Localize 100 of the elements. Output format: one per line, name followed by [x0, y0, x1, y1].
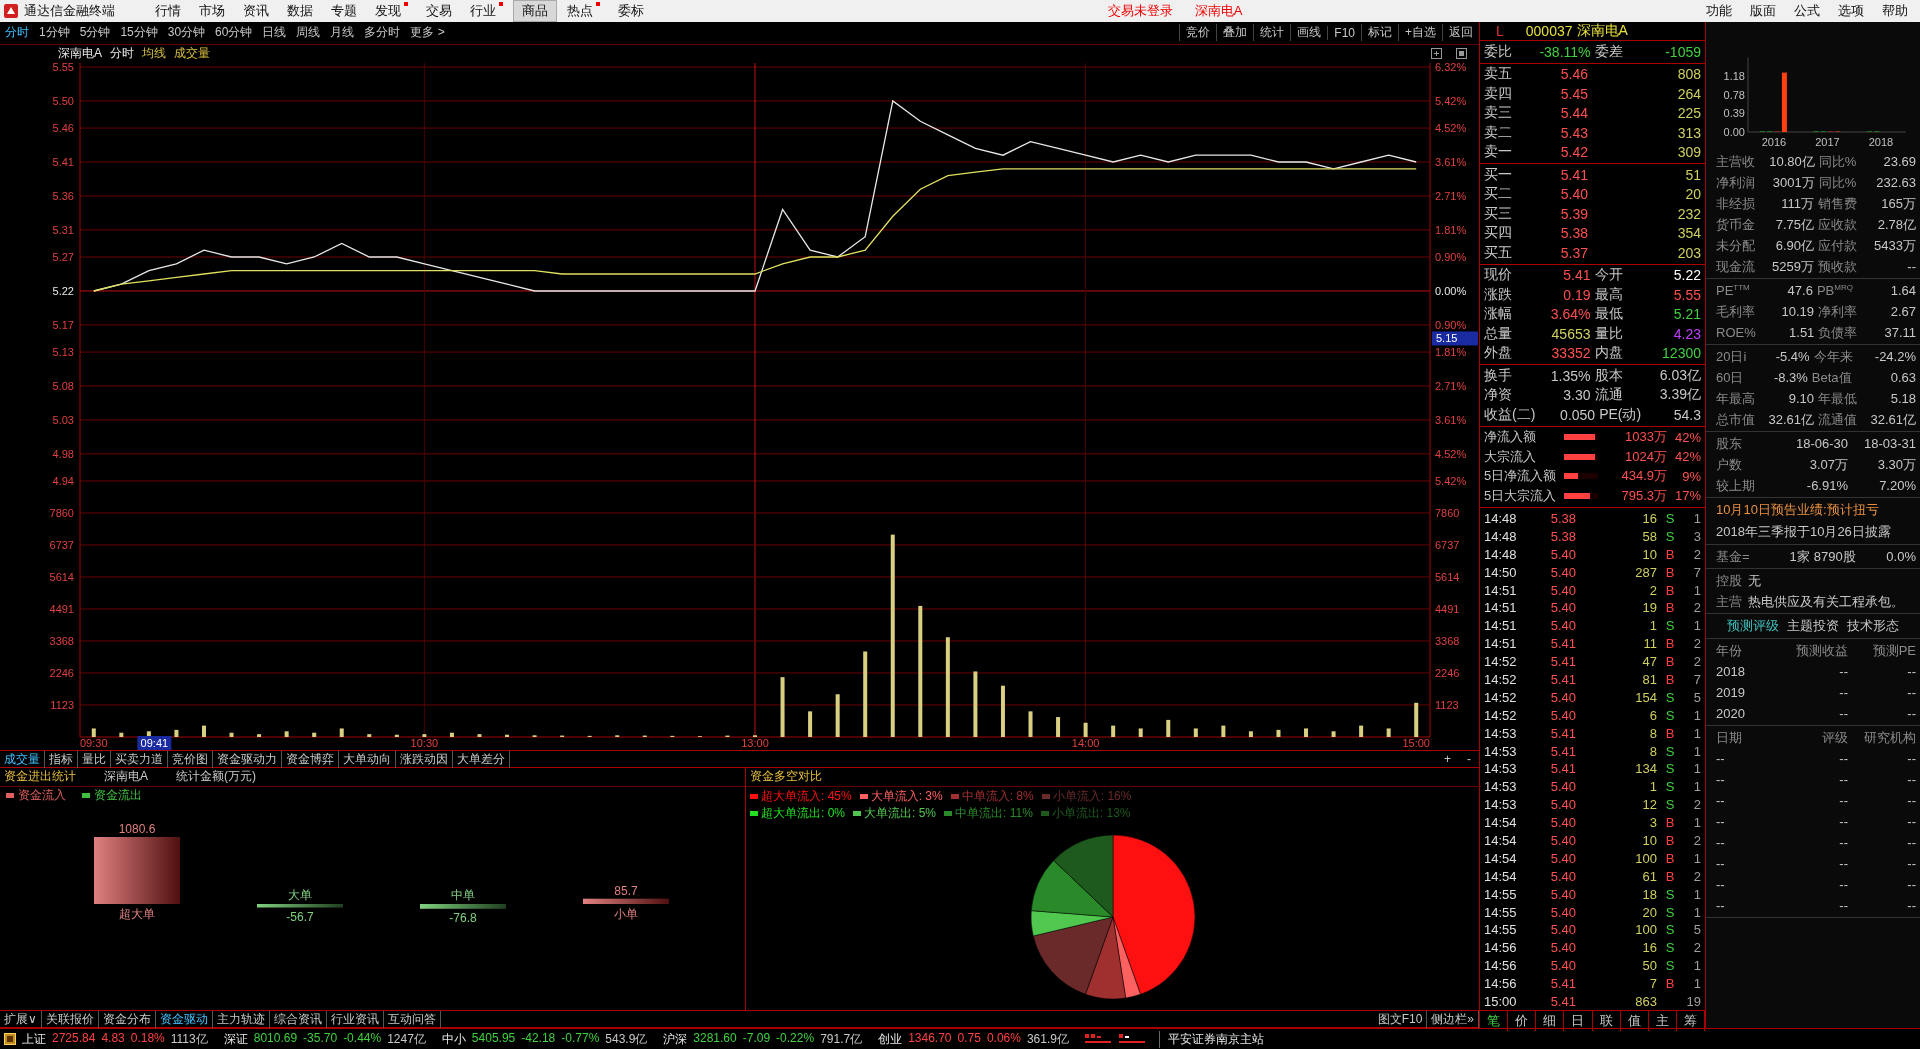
period-tab[interactable]: 60分钟 — [210, 24, 258, 42]
quote-value: 5.43 — [1559, 124, 1588, 141]
menu-item[interactable]: 行情 — [147, 1, 189, 21]
chart-legend-item[interactable]: 均线 — [142, 45, 166, 63]
bottom-tab[interactable]: 行业资讯 — [326, 1010, 384, 1028]
period-tab[interactable]: 30分钟 — [162, 24, 211, 42]
bottom-tab[interactable]: 资金驱动 — [155, 1010, 213, 1028]
menu-item[interactable]: 数据 — [279, 1, 321, 21]
indicator-tab[interactable]: 竞价图 — [168, 750, 213, 768]
bottom-tab[interactable]: 资金分布 — [98, 1010, 156, 1028]
index-name[interactable]: 上证 — [22, 1030, 46, 1048]
trade-count: 1 — [1692, 976, 1701, 992]
panel-toggle[interactable]: 图文F10 — [1373, 1010, 1428, 1028]
index-name[interactable]: 中小 — [441, 1030, 466, 1048]
toolbar-button[interactable]: 叠加 — [1216, 24, 1254, 42]
chart-legend-item[interactable]: 分时 — [110, 45, 134, 63]
finance-value: 32.61亿 — [1869, 410, 1916, 429]
menu-item[interactable]: 商品 — [513, 0, 557, 22]
trade-view-tab[interactable]: 筹 — [1676, 1011, 1705, 1032]
info-tab[interactable]: 预测评级 — [1727, 617, 1779, 635]
trade-view-tab[interactable]: 联 — [1592, 1011, 1621, 1032]
market-icon[interactable] — [4, 1033, 16, 1045]
toolbar-button[interactable]: F10 — [1327, 26, 1361, 40]
toolbar-button[interactable]: +自选 — [1398, 24, 1442, 42]
volume-bar — [202, 725, 206, 737]
earnings-notice[interactable]: 10月10日预告业绩:预计扭亏 — [1706, 499, 1920, 521]
quote-value: 5.45 — [1559, 85, 1588, 102]
menu-item[interactable]: 功能 — [1698, 1, 1740, 21]
percent-axis-label: 3.61% — [1435, 413, 1467, 426]
toolbar-button[interactable]: 画线 — [1290, 24, 1328, 42]
info-tab[interactable]: 主题投资 — [1787, 617, 1839, 635]
trade-time: 14:51 — [1484, 600, 1518, 616]
indicator-tab[interactable]: 量比 — [78, 750, 111, 768]
indicator-tab[interactable]: 大单差分 — [453, 750, 510, 768]
menu-item[interactable]: 行业 — [462, 1, 511, 21]
bottom-tab[interactable]: 互动问答 — [383, 1010, 441, 1028]
period-tab[interactable]: 5分钟 — [74, 24, 116, 42]
trade-price: 5.40 — [1549, 779, 1576, 795]
menu-item[interactable]: 公式 — [1786, 1, 1828, 21]
trade-price: 5.41 — [1549, 725, 1576, 741]
trade-price: 5.40 — [1549, 582, 1576, 598]
trade-view-tab[interactable]: 值 — [1620, 1011, 1649, 1032]
period-tab[interactable]: 周线 — [291, 24, 326, 42]
menu-item[interactable]: 资讯 — [235, 1, 277, 21]
bottom-tab[interactable]: 关联报价 — [41, 1010, 99, 1028]
toolbar-button[interactable]: 统计 — [1253, 24, 1291, 42]
period-tab[interactable]: 多分时 — [359, 24, 406, 42]
zoom-button[interactable]: + — [1436, 752, 1459, 766]
panel-toggle[interactable]: 侧边栏» — [1427, 1010, 1479, 1028]
period-tab[interactable]: 更多 > — [405, 24, 450, 42]
period-tab[interactable]: 1分钟 — [34, 24, 75, 42]
trade-volume: 100 — [1634, 922, 1657, 938]
menu-item[interactable]: 发现 — [367, 1, 416, 21]
period-tab[interactable]: 分时 — [0, 24, 34, 42]
menu-item[interactable]: 交易 — [418, 1, 460, 21]
indicator-tab[interactable]: 涨跌动因 — [396, 750, 453, 768]
toolbar-button[interactable]: 竞价 — [1179, 24, 1217, 42]
bottom-tab[interactable]: 综合资讯 — [269, 1010, 327, 1028]
info-tab[interactable]: 技术形态 — [1847, 617, 1899, 635]
index-name[interactable]: 创业 — [878, 1030, 903, 1048]
toolbar-button[interactable]: 标记 — [1361, 24, 1398, 42]
price-axis-label: 4.98 — [52, 447, 74, 460]
period-tab[interactable]: 日线 — [257, 24, 292, 42]
window-icon[interactable] — [1456, 48, 1467, 60]
trade-view-tab[interactable]: 细 — [1536, 1011, 1565, 1032]
broker-server[interactable]: 平安证券南京主站 — [1158, 1030, 1264, 1048]
menu-item[interactable]: 选项 — [1830, 1, 1872, 21]
chart-legend-item[interactable]: 成交量 — [174, 45, 210, 63]
indicator-tab[interactable]: 资金驱动力 — [213, 750, 282, 768]
price-axis-label: 5.41 — [52, 155, 74, 168]
index-name[interactable]: 沪深 — [663, 1030, 688, 1048]
trade-time: 14:56 — [1484, 976, 1518, 992]
login-status[interactable]: 交易未登录 — [1097, 2, 1183, 20]
toolbar-button[interactable]: 返回 — [1442, 24, 1479, 42]
period-tab[interactable]: 月线 — [325, 24, 360, 42]
menu-item[interactable]: 帮助 — [1874, 1, 1916, 21]
trade-view-tab[interactable]: 价 — [1508, 1011, 1537, 1032]
bottom-tab[interactable]: 主力轨迹 — [212, 1010, 270, 1028]
flow-percent: 9% — [1681, 468, 1701, 484]
trade-view-tab[interactable]: 笔 — [1480, 1011, 1509, 1032]
menu-item[interactable]: 市场 — [191, 1, 233, 21]
indicator-tab[interactable]: 资金博弈 — [282, 750, 339, 768]
indicator-tab[interactable]: 成交量 — [0, 750, 45, 768]
indicator-tab[interactable]: 买卖力道 — [111, 750, 168, 768]
zoom-button[interactable]: - — [1459, 752, 1479, 766]
zoom-icon[interactable] — [1431, 48, 1442, 60]
trade-view-tab[interactable]: 日 — [1564, 1011, 1593, 1032]
index-name[interactable]: 深证 — [223, 1030, 248, 1048]
indicator-tab[interactable]: 指标 — [45, 750, 78, 768]
bottom-tab[interactable]: 扩展∨ — [0, 1010, 42, 1028]
menu-item[interactable]: 版面 — [1742, 1, 1784, 21]
menu-item[interactable]: 委标 — [610, 1, 652, 21]
menu-item[interactable]: 专题 — [323, 1, 365, 21]
period-tab[interactable]: 15分钟 — [115, 24, 163, 42]
indicator-tab[interactable]: 大单动向 — [339, 750, 396, 768]
finance-label: ROE% — [1716, 325, 1756, 340]
trade-view-tab[interactable]: 主 — [1648, 1011, 1677, 1032]
index-value: 1346.70 — [908, 1030, 952, 1047]
menu-item[interactable]: 热点 — [559, 1, 608, 21]
index-value: 2725.84 — [52, 1030, 96, 1047]
